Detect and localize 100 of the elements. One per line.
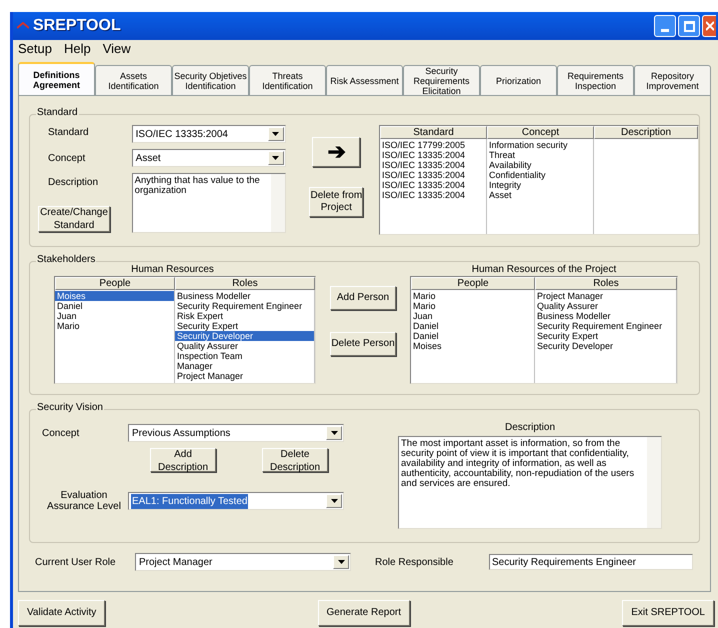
description-text: Anything that has value to the organization	[134, 174, 261, 198]
list-item[interactable]: Business Modeller	[535, 311, 676, 321]
list-item[interactable]: ISO/IEC 13335:2004	[380, 150, 486, 160]
list-item[interactable]: ISO/IEC 13335:2004	[380, 160, 486, 170]
list-item[interactable]: Mario	[411, 291, 534, 301]
column-header[interactable]: Description	[594, 126, 698, 139]
list-item[interactable]: Daniel	[411, 321, 534, 331]
add-description-button[interactable]: Add Description	[150, 448, 216, 472]
action-button[interactable]: Validate Activity	[18, 600, 106, 626]
column-header[interactable]: People	[55, 277, 175, 290]
concept-dropdown[interactable]: Previous Assumptions	[128, 424, 344, 442]
tab[interactable]: Repository Improvement	[634, 65, 711, 95]
list-item[interactable]: Threat	[487, 150, 593, 160]
field-label: Evaluation Assurance Level	[46, 490, 122, 512]
description-field[interactable]: Anything that has value to the organization	[132, 173, 286, 233]
field-label: Concept	[48, 152, 86, 166]
description-text: The most important asset is information, so from the security point of view it is important that confidentiality, availability and integrity of information, as well as authenticity, accountability, non-repudiation of the users and services are ensured.	[400, 437, 636, 491]
list-item[interactable]: Mario	[411, 301, 534, 311]
assurance-level-dropdown[interactable]: EAL1: Functionally Tested	[128, 492, 344, 510]
list-box[interactable]: Information security Threat Availability Confidentiality Integrity Asset	[487, 139, 594, 234]
tab[interactable]: Security Objetives Identification	[172, 65, 249, 95]
list-item[interactable]: Confidentiality	[487, 170, 593, 180]
tab[interactable]: Definitions Agreement	[18, 62, 95, 95]
list-item[interactable]: Security Developer	[535, 341, 676, 351]
section-heading: Human Resources of the Project	[472, 263, 616, 276]
list-box[interactable]: ISO/IEC 17799:2005 ISO/IEC 13335:2004 ISO/IEC 13335:2004 ISO/IEC 13335:2004 ISO/IEC 13335:2004 ISO/IEC 13335:2004	[380, 139, 487, 234]
list-item[interactable]: Integrity	[487, 180, 593, 190]
list-box[interactable]: Business Modeller Security Requirement Engineer Risk Expert Security Expert Security Developer Quality Assurer Inspection Team Manager Project Manager	[175, 290, 315, 383]
combo-value: Asset	[134, 152, 162, 166]
list-item[interactable]: Asset	[487, 190, 593, 200]
list-item[interactable]: ISO/IEC 13335:2004	[380, 190, 486, 200]
list-item[interactable]: Daniel	[55, 301, 174, 311]
list-item[interactable]: Security Expert	[535, 331, 676, 341]
combo-value: EAL1: Functionally Tested	[131, 494, 248, 508]
tab[interactable]: Assets Identification	[95, 65, 172, 95]
combo-value: ISO/IEC 13335:2004	[134, 128, 229, 142]
list-item[interactable]: Quality Assurer	[535, 301, 676, 311]
role-responsible-field[interactable]: Security Requirements Engineer	[489, 554, 693, 570]
field-label: Role Responsible	[375, 556, 454, 570]
list-item[interactable]: Security Expert	[175, 321, 314, 331]
list-item[interactable]: ISO/IEC 13335:2004	[380, 170, 486, 180]
tab[interactable]: Priorization	[480, 65, 557, 95]
field-label: Standard	[48, 126, 90, 140]
list-item[interactable]: Business Modeller	[175, 291, 314, 301]
delete-description-button[interactable]: Delete Description	[262, 448, 328, 472]
list-item[interactable]: Juan	[411, 311, 534, 321]
list-item[interactable]: Security Requirement Engineer	[535, 321, 676, 331]
add-standard-button[interactable]: ➔	[312, 137, 360, 167]
field-value: Security Requirements Engineer	[491, 556, 637, 570]
field-label: Concept	[41, 426, 80, 440]
group-title: Standard	[36, 108, 79, 118]
concept-dropdown[interactable]: Asset	[132, 149, 286, 167]
tab[interactable]: Threats Identification	[249, 65, 326, 95]
list-item[interactable]: Mario	[55, 321, 174, 331]
tab[interactable]: Security Requirements Elicitation	[403, 65, 480, 95]
list-item[interactable]: Moises	[55, 291, 174, 301]
create-standard-button[interactable]: Create/Change Standard	[38, 206, 110, 232]
list-box[interactable]: Project Manager Quality Assurer Business Modeller Security Requirement Engineer Security Expert Security Developer	[535, 290, 677, 383]
action-button[interactable]: Exit SREPTOOL	[622, 600, 714, 626]
column-header[interactable]: Concept	[487, 126, 594, 139]
list-item[interactable]: Manager	[175, 361, 314, 371]
list-item[interactable]: Inspection Team	[175, 351, 314, 361]
action-button[interactable]: Generate Report	[318, 600, 410, 626]
user-role-dropdown[interactable]: Project Manager	[135, 553, 351, 571]
list-item[interactable]: Information security	[487, 140, 593, 150]
delete-standard-button[interactable]: Delete from Project	[309, 187, 364, 217]
section-heading: Description	[504, 421, 556, 435]
list-item[interactable]: Juan	[55, 311, 174, 321]
delete-person-button[interactable]: Delete Person	[330, 332, 396, 356]
list-item[interactable]: Project Manager	[535, 291, 676, 301]
tab[interactable]: Requirements Inspection	[557, 65, 634, 95]
list-item[interactable]: ISO/IEC 17799:2005	[380, 140, 486, 150]
list-item[interactable]: Security Requirement Engineer	[175, 301, 314, 311]
list-box[interactable]: Moises Daniel Juan Mario	[55, 290, 175, 383]
list-item[interactable]: Quality Assurer	[175, 341, 314, 351]
list-item[interactable]: Daniel	[411, 331, 534, 341]
column-header[interactable]: Standard	[380, 126, 487, 139]
add-person-button[interactable]: Add Person	[330, 286, 396, 310]
window-title: SREPTOOL	[33, 16, 121, 36]
group-title: Stakeholders	[36, 255, 96, 265]
tab[interactable]: Risk Assessment	[326, 65, 403, 95]
list-item[interactable]: Project Manager	[175, 371, 314, 381]
list-box[interactable]: Mario Mario Juan Daniel Daniel Moises	[411, 290, 535, 383]
column-header[interactable]: People	[411, 277, 535, 290]
list-item[interactable]: Availability	[487, 160, 593, 170]
column-header[interactable]: Roles	[175, 277, 315, 290]
field-label: Current User Role	[35, 556, 117, 570]
menu-item[interactable]: View	[102, 42, 131, 55]
list-item[interactable]: Risk Expert	[175, 311, 314, 321]
group-title: Security Vision	[36, 403, 104, 413]
standard-dropdown[interactable]: ISO/IEC 13335:2004	[132, 125, 286, 143]
menu-item[interactable]: Setup	[18, 42, 52, 55]
section-heading: Human Resources	[131, 263, 214, 276]
list-item[interactable]: ISO/IEC 13335:2004	[380, 180, 486, 190]
column-header[interactable]: Roles	[535, 277, 677, 290]
combo-value: Previous Assumptions	[131, 426, 232, 440]
menu-item[interactable]: Help	[64, 42, 91, 55]
list-item[interactable]: Security Developer	[175, 331, 314, 341]
field-label: Description	[48, 176, 100, 190]
list-item[interactable]: Moises	[411, 341, 534, 351]
